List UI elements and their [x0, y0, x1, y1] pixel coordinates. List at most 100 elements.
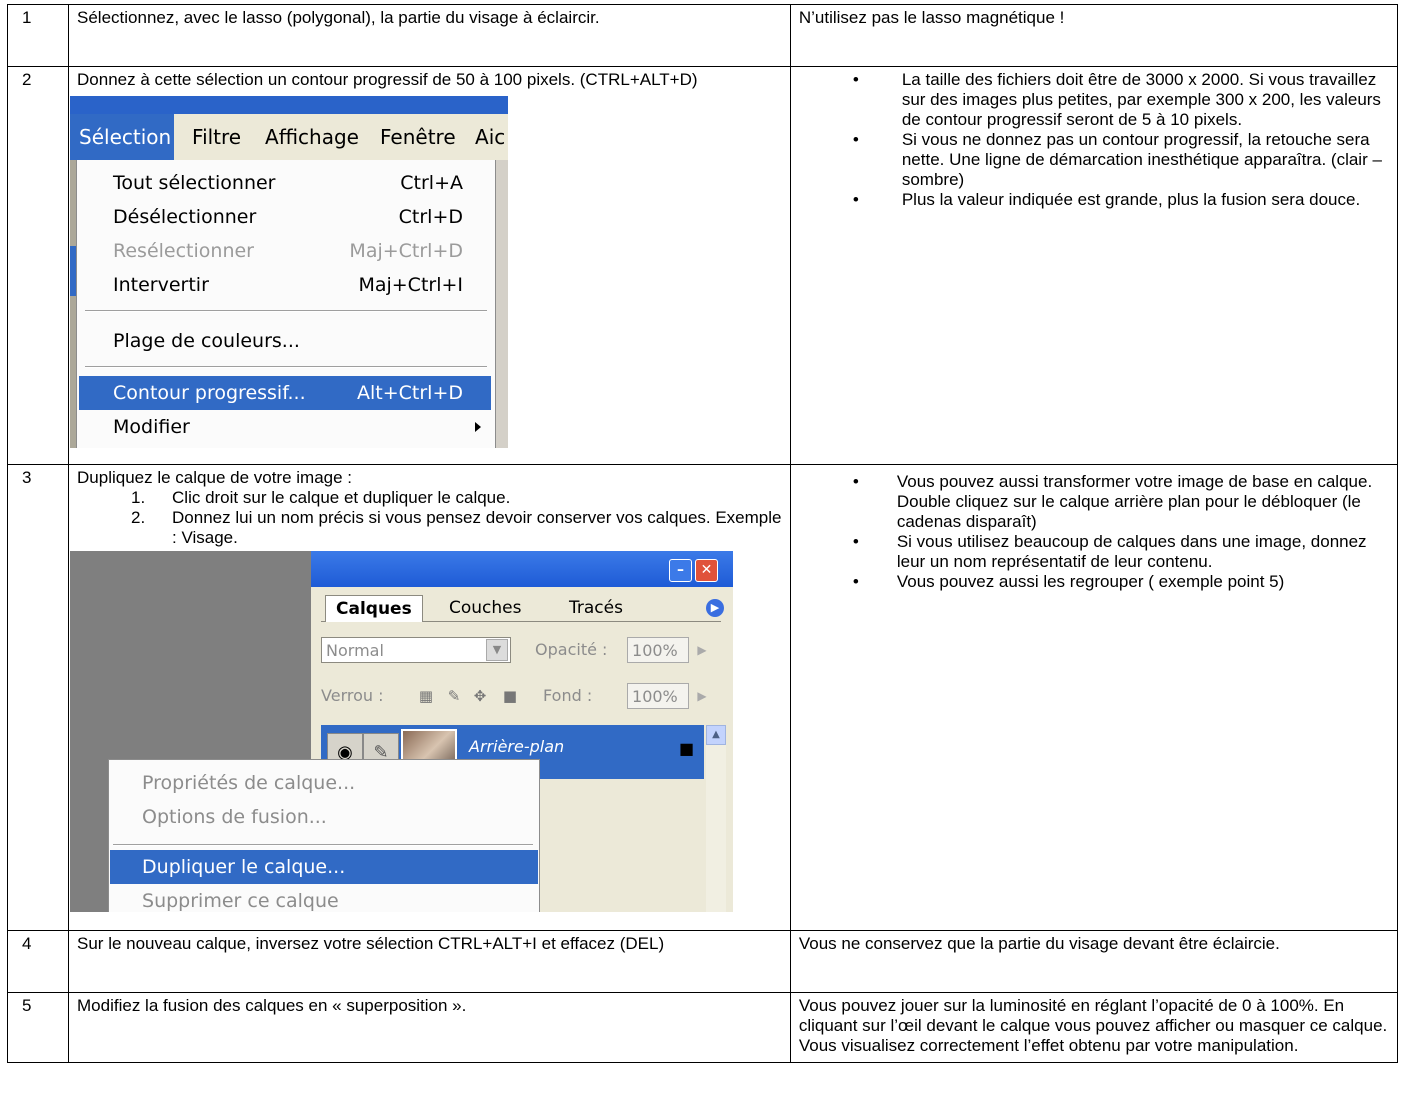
menu-separator	[85, 366, 488, 368]
note-list: Vous pouvez aussi transformer votre imag…	[799, 472, 1389, 592]
list-item: Si vous utilisez beaucoup de calques dan…	[799, 532, 1389, 572]
menu-item-shortcut: Maj+Ctrl+I	[358, 274, 464, 296]
layer-context-menu: Propriétés de calque... Options de fusio…	[108, 759, 541, 912]
menu-filtre[interactable]: Filtre	[192, 114, 241, 160]
step-text: Clic droit sur le calque et dupliquer le…	[172, 488, 511, 507]
note-list: La taille des fichiers doit être de 3000…	[799, 70, 1389, 210]
menu-item-label: Resélectionner	[113, 240, 254, 262]
lock-transparency-icon[interactable]: ▦	[417, 687, 435, 705]
context-item-label: Propriétés de calque...	[142, 772, 356, 794]
opacity-arrow-icon[interactable]: ▶	[691, 637, 713, 663]
step-index: 1.	[131, 488, 146, 507]
table-row: 4 Sur le nouveau calque, inversez votre …	[6, 930, 1399, 993]
panel-menu-icon[interactable]: ▶	[706, 599, 725, 617]
step-list: 1. Clic droit sur le calque et dupliquer …	[77, 488, 782, 548]
note-cell: Vous ne conservez que la partie du visag…	[789, 930, 1399, 993]
menu-aide[interactable]: Aic	[475, 114, 505, 160]
instruction-text: Dupliquez le calque de votre image :	[77, 468, 353, 487]
menu-item-intervertir[interactable]: Intervertir Maj+Ctrl+I	[79, 268, 491, 302]
tab-calques[interactable]: Calques	[325, 595, 423, 622]
instruction-text: Donnez à cette sélection un contour prog…	[77, 70, 698, 89]
note-cell: Vous pouvez jouer sur la luminosité en r…	[789, 992, 1399, 1063]
menu-affichage[interactable]: Affichage	[265, 114, 359, 160]
table-row: 3 Dupliquez le calque de votre image : 1…	[6, 464, 1399, 931]
lock-move-icon[interactable]: ✥	[471, 687, 489, 705]
scrollbar[interactable]: ▲	[706, 725, 727, 912]
list-item: La taille des fichiers doit être de 3000…	[799, 70, 1389, 130]
context-item-label: Dupliquer le calque...	[142, 856, 346, 878]
blend-row: Normal ▼ Opacité : 100% ▶	[321, 633, 721, 667]
menu-selection[interactable]: Sélection	[70, 114, 175, 160]
selection-dropdown: Tout sélectionner Ctrl+A Désélectionner …	[76, 160, 497, 448]
chevron-down-icon[interactable]: ▼	[486, 639, 509, 661]
context-item-label: Supprimer ce calque	[142, 890, 339, 912]
selection-menu-screenshot: Sélection Filtre Affichage Fenêtre Aic T…	[70, 96, 509, 448]
step-index: 2.	[131, 508, 146, 527]
menu-item-label: Plage de couleurs...	[113, 330, 300, 352]
menu-item-label: Désélectionner	[113, 206, 257, 228]
list-item: Vous pouvez aussi transformer votre imag…	[799, 472, 1389, 532]
tab-couches[interactable]: Couches	[439, 595, 531, 621]
step-number: 4	[6, 930, 70, 993]
menu-item-deselectionner[interactable]: Désélectionner Ctrl+D	[79, 200, 491, 234]
step-number: 3	[6, 464, 70, 931]
table-row: 1 Sélectionnez, avec le lasso (polygonal…	[6, 4, 1399, 67]
context-item-proprietes: Propriétés de calque...	[110, 766, 538, 800]
tab-traces[interactable]: Tracés	[559, 595, 633, 621]
menu-item-shortcut: Ctrl+D	[398, 206, 464, 228]
menu-item-label: Modifier	[113, 416, 190, 438]
context-item-dupliquer[interactable]: Dupliquer le calque...	[110, 850, 539, 884]
list-item: 2. Donnez lui un nom précis si vous pense…	[77, 508, 782, 548]
scroll-up-icon[interactable]: ▲	[706, 725, 727, 745]
menu-separator	[85, 310, 488, 312]
menu-item-modifier[interactable]: Modifier	[79, 410, 491, 444]
menu-item-label: Tout sélectionner	[113, 172, 276, 194]
list-item: 1. Clic droit sur le calque et dupliquer …	[77, 488, 782, 508]
lock-brush-icon[interactable]: ✎	[445, 687, 463, 705]
step-number: 2	[6, 66, 70, 465]
context-item-label: Options de fusion...	[142, 806, 327, 828]
table-row: 2 Donnez à cette sélection un contour pr…	[6, 66, 1399, 465]
blend-mode-select[interactable]: Normal	[321, 637, 512, 663]
fill-field[interactable]: 100%	[627, 683, 690, 709]
note-cell: La taille des fichiers doit être de 3000…	[789, 66, 1399, 465]
context-item-supprimer: Supprimer ce calque	[110, 884, 538, 912]
menu-item-label: Intervertir	[113, 274, 209, 296]
panel-tabs: Calques Couches Tracés	[321, 595, 722, 622]
close-icon[interactable]: ✕	[695, 559, 719, 582]
menu-item-reselectionner: Resélectionner Maj+Ctrl+D	[79, 234, 491, 268]
note-cell: N’utilisez pas le lasso magnétique !	[789, 4, 1399, 67]
panel-titlebar: – ✕	[311, 551, 734, 587]
background-strip	[495, 160, 509, 448]
minimize-icon[interactable]: –	[669, 559, 693, 582]
layers-panel-screenshot: – ✕ Calques Couches Tracés ▶ Normal ▼ Op…	[70, 551, 734, 912]
lock-icon: ■	[679, 739, 695, 758]
step-number: 1	[6, 4, 70, 67]
instruction-cell: Dupliquez le calque de votre image : 1. C…	[68, 464, 791, 931]
menu-item-shortcut: Maj+Ctrl+D	[349, 240, 464, 262]
menu-item-tout-selectionner[interactable]: Tout sélectionner Ctrl+A	[79, 166, 491, 200]
menu-item-contour-progressif[interactable]: Contour progressif... Alt+Ctrl+D	[79, 376, 492, 410]
instructions-table: 1 Sélectionnez, avec le lasso (polygonal…	[6, 4, 1399, 1063]
menu-separator	[113, 844, 534, 846]
step-number: 5	[6, 992, 70, 1063]
menu-bar: Sélection Filtre Affichage Fenêtre Aic	[70, 114, 509, 160]
list-item: Vous pouvez aussi les regrouper ( exempl…	[799, 572, 1389, 592]
menu-item-shortcut: Ctrl+A	[400, 172, 464, 194]
list-item: Si vous ne donnez pas un contour progres…	[799, 130, 1389, 190]
fill-label: Fond :	[543, 686, 593, 705]
lock-all-icon[interactable]: ■	[501, 687, 519, 705]
layer-name: Arrière-plan	[469, 737, 565, 756]
list-item: Plus la valeur indiquée est grande, plus…	[799, 190, 1389, 210]
instruction-cell: Sélectionnez, avec le lasso (polygonal),…	[68, 4, 791, 67]
menu-item-plage-de-couleurs[interactable]: Plage de couleurs...	[79, 324, 491, 358]
note-cell: Vous pouvez aussi transformer votre imag…	[789, 464, 1399, 931]
fill-arrow-icon[interactable]: ▶	[691, 683, 713, 709]
menu-fenetre[interactable]: Fenêtre	[380, 114, 456, 160]
menu-item-shortcut: Alt+Ctrl+D	[357, 382, 464, 404]
instruction-cell: Modifiez la fusion des calques en « supe…	[68, 992, 791, 1063]
lock-label: Verrou :	[321, 686, 384, 705]
step-text: Donnez lui un nom précis si vous pensez …	[172, 508, 782, 547]
submenu-arrow-icon	[475, 422, 482, 432]
opacity-field[interactable]: 100%	[627, 637, 690, 663]
